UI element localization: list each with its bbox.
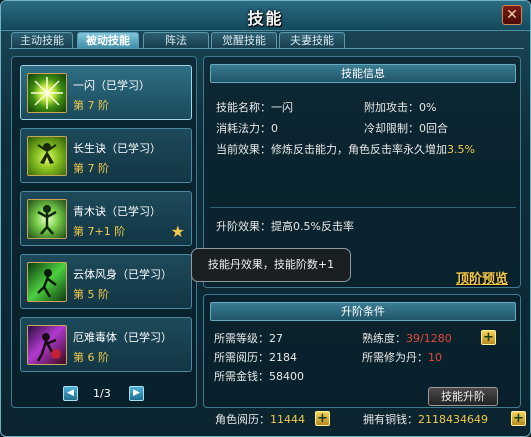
skill-name-row: 技能名称：一闪 — [216, 99, 293, 115]
tab-active-skills[interactable]: 主动技能 — [11, 32, 73, 49]
tab-formation[interactable]: 阵法 — [143, 32, 209, 49]
add-copper-button[interactable]: + — [511, 411, 526, 426]
skill-name-label: 技能名称： — [216, 101, 271, 114]
proficiency-row: 熟练度：39/1280 — [362, 330, 452, 346]
proficiency-value: 39/1280 — [406, 332, 452, 345]
required-level-value: 27 — [269, 332, 283, 345]
skill-item-qingmu[interactable]: 青木诀（已学习） 第 7+1 阶 ★ — [20, 191, 192, 246]
skill-name: 长生诀（已学习） — [73, 142, 161, 155]
skill-window: 技能 ✕ 主动技能 被动技能 阵法 觉醒技能 夫妻技能 一闪（已学习） 第 7 … — [0, 0, 531, 437]
window-title: 技能 — [247, 9, 284, 28]
upgrade-effect-row: 升阶效果：提高0.5%反击率 — [216, 218, 354, 234]
title-bar[interactable]: 技能 ✕ — [1, 1, 530, 31]
skill-name: 厄难毒体（已学习） — [73, 331, 172, 344]
copper-display: 拥有铜钱：2118434649 — [363, 411, 488, 427]
upgrade-effect-text: 提高0.5%反击率 — [271, 220, 354, 233]
skill-list: 一闪（已学习） 第 7 阶 长生诀（已学习） 第 7 阶 青木诀（已学习） 第 … — [11, 56, 197, 408]
required-pill-value: 10 — [428, 351, 442, 364]
skill-item-yunti[interactable]: 云体风身（已学习） 第 5 阶 — [20, 254, 192, 309]
skill-name: 一闪（已学习） — [73, 79, 150, 92]
tab-passive-skills[interactable]: 被动技能 — [77, 32, 139, 49]
skill-level: 第 7 阶 — [73, 162, 109, 175]
top-preview-link[interactable]: 顶阶预览 — [456, 268, 508, 287]
add-proficiency-button[interactable]: + — [481, 330, 496, 345]
page-indicator: 1/3 — [93, 387, 111, 400]
current-effect-row: 当前效果：修炼反击能力，角色反击率永久增加3.5% — [216, 141, 475, 157]
required-experience-value: 2184 — [269, 351, 297, 364]
next-page-button[interactable]: ▶ — [129, 386, 144, 401]
skill-item-changsheng[interactable]: 长生诀（已学习） 第 7 阶 — [20, 128, 192, 183]
mana-cost-value: 0 — [271, 122, 278, 135]
tooltip: 技能丹效果，技能阶数+1 — [191, 248, 351, 282]
mana-cost-label: 消耗法力： — [216, 122, 271, 135]
footer-resources: 角色阅历：11444 — [215, 411, 305, 427]
upgrade-conditions-header: 升阶条件 — [210, 302, 516, 321]
required-pill-label: 所需修为丹： — [362, 351, 428, 364]
skill-level: 第 6 阶 — [73, 351, 109, 364]
cooldown-label: 冷却限制： — [364, 122, 419, 135]
skill-item-enan[interactable]: 厄难毒体（已学习） 第 6 阶 — [20, 317, 192, 372]
skill-level: 第 7 阶 — [73, 99, 109, 112]
lightning-burst-icon — [27, 73, 67, 113]
poison-body-icon — [27, 325, 67, 365]
wood-spirit-icon — [27, 199, 67, 239]
bonus-attack-row: 附加攻击：0% — [364, 99, 436, 115]
required-gold-label: 所需金钱： — [214, 370, 269, 383]
skill-info-header: 技能信息 — [210, 64, 516, 83]
cooldown-value: 0回合 — [419, 122, 448, 135]
skill-item-yishan[interactable]: 一闪（已学习） 第 7 阶 — [20, 65, 192, 120]
star-icon: ★ — [170, 222, 185, 241]
role-experience-value: 11444 — [270, 413, 305, 426]
cooldown-row: 冷却限制：0回合 — [364, 120, 448, 136]
mana-cost-row: 消耗法力：0 — [216, 120, 278, 136]
skill-level: 第 5 阶 — [73, 288, 109, 301]
tab-couple-skills[interactable]: 夫妻技能 — [279, 32, 345, 49]
figure-aura-icon — [27, 136, 67, 176]
upgrade-effect-label: 升阶效果： — [216, 220, 271, 233]
copper-label: 拥有铜钱： — [363, 413, 418, 426]
required-gold-value: 58400 — [269, 370, 304, 383]
upgrade-conditions-panel: 升阶条件 所需等级：27 熟练度：39/1280 + 所需阅历：2184 所需修… — [203, 294, 521, 408]
current-effect-value: 3.5% — [447, 143, 475, 156]
skill-name-value: 一闪 — [271, 101, 293, 114]
required-level-row: 所需等级：27 — [214, 330, 283, 346]
skill-upgrade-button[interactable]: 技能升阶 — [428, 387, 498, 406]
tab-divider — [9, 48, 524, 49]
required-experience-row: 所需阅历：2184 — [214, 349, 297, 365]
bonus-attack-label: 附加攻击： — [364, 101, 419, 114]
bonus-attack-value: 0% — [419, 101, 437, 114]
copper-value: 2118434649 — [418, 413, 488, 426]
prev-page-button[interactable]: ◀ — [63, 386, 78, 401]
info-divider — [210, 207, 516, 208]
required-gold-row: 所需金钱：58400 — [214, 368, 304, 384]
skill-name: 青木诀（已学习） — [73, 205, 161, 218]
current-effect-text: 修炼反击能力，角色反击率永久增加 — [271, 143, 447, 156]
skill-name: 云体风身（已学习） — [73, 268, 172, 281]
proficiency-label: 熟练度： — [362, 332, 406, 345]
wind-body-icon — [27, 262, 67, 302]
required-experience-label: 所需阅历： — [214, 351, 269, 364]
required-pill-row: 所需修为丹：10 — [362, 349, 442, 365]
add-experience-button[interactable]: + — [315, 411, 330, 426]
role-experience-label: 角色阅历： — [215, 413, 270, 426]
required-level-label: 所需等级： — [214, 332, 269, 345]
close-button[interactable]: ✕ — [502, 5, 522, 25]
tab-awakening-skills[interactable]: 觉醒技能 — [211, 32, 277, 49]
pager: ◀ 1/3 ▶ — [63, 385, 145, 403]
skill-level: 第 7+1 阶 — [73, 225, 126, 238]
current-effect-label: 当前效果： — [216, 143, 271, 156]
